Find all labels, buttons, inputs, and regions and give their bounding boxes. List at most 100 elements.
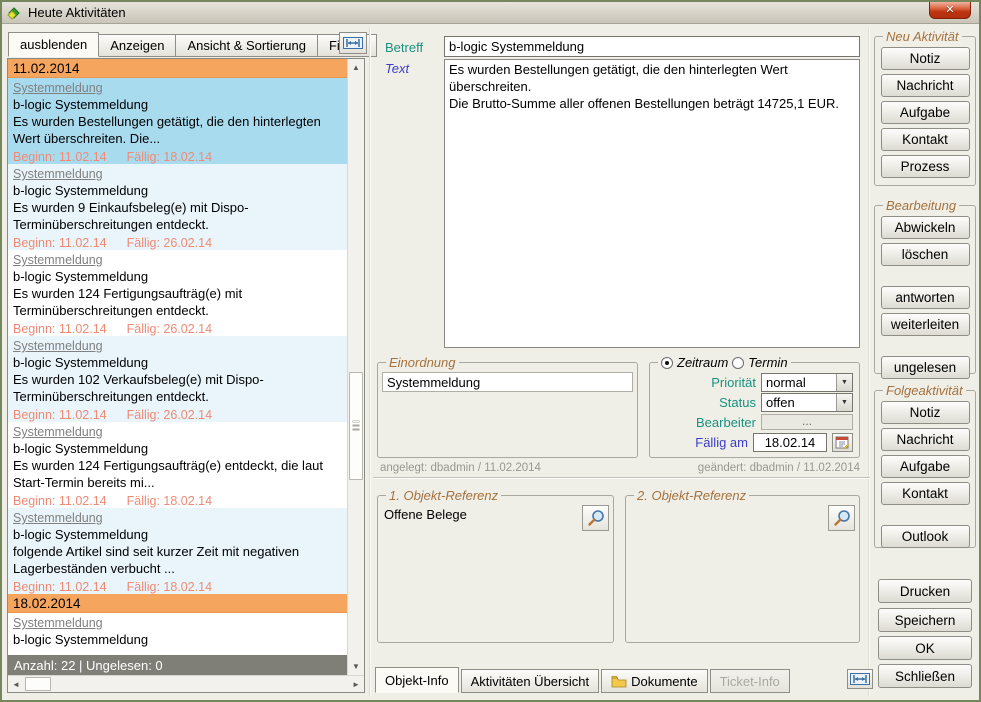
neu-prozess-button[interactable]: Prozess bbox=[881, 155, 970, 178]
folge-nachricht-button[interactable]: Nachricht bbox=[881, 428, 970, 451]
entry-category-link[interactable]: Systemmeldung bbox=[13, 338, 342, 354]
panel-divider bbox=[868, 28, 870, 696]
list-item[interactable]: Systemmeldung b-logic Systemmeldung Es w… bbox=[8, 336, 347, 422]
entry-category-link[interactable]: Systemmeldung bbox=[13, 510, 342, 526]
loeschen-button[interactable]: löschen bbox=[881, 243, 970, 266]
bearbeitung-group: Bearbeitung Abwickeln löschen antworten … bbox=[874, 198, 976, 374]
neu-aufgabe-button[interactable]: Aufgabe bbox=[881, 101, 970, 124]
close-icon: ✕ bbox=[945, 5, 954, 16]
tab-ansicht-sortierung[interactable]: Ansicht & Sortierung bbox=[176, 34, 318, 57]
bottom-tab-bar: Objekt-Info Aktivitäten Übersicht Dokume… bbox=[375, 667, 790, 693]
neu-kontakt-button[interactable]: Kontakt bbox=[881, 128, 970, 151]
einordnung-group: Einordnung bbox=[377, 355, 638, 458]
entry-title: b-logic Systemmeldung bbox=[13, 440, 342, 457]
zeitraum-radio-label: Zeitraum bbox=[677, 355, 728, 370]
tab-dokumente[interactable]: Dokumente bbox=[601, 669, 707, 693]
entry-body: folgende Artikel sind seit kurzer Zeit m… bbox=[13, 543, 342, 577]
folge-kontakt-button[interactable]: Kontakt bbox=[881, 482, 970, 505]
entry-title: b-logic Systemmeldung bbox=[13, 354, 342, 371]
betreff-label: Betreff bbox=[385, 40, 423, 55]
close-button[interactable]: ✕ bbox=[929, 2, 971, 19]
dropdown-arrow-icon: ▼ bbox=[836, 394, 852, 411]
entry-dates: Beginn: 11.02.14Fällig: 18.02.14 bbox=[13, 150, 342, 164]
list-item[interactable]: Systemmeldung b-logic Systemmeldung bbox=[8, 613, 347, 655]
termin-radio[interactable] bbox=[732, 357, 744, 369]
tab-ausblenden[interactable]: ausblenden bbox=[8, 32, 99, 57]
einordnung-input[interactable] bbox=[382, 372, 633, 392]
drucken-button[interactable]: Drucken bbox=[878, 579, 972, 603]
faellig-am-input[interactable] bbox=[753, 433, 827, 452]
betreff-input[interactable] bbox=[444, 36, 860, 57]
faellig-am-label: Fällig am bbox=[695, 435, 748, 450]
scroll-right-icon[interactable]: ► bbox=[348, 676, 364, 692]
objekt-referenz-2-search-button[interactable] bbox=[828, 505, 855, 531]
entry-category-link[interactable]: Systemmeldung bbox=[13, 252, 342, 268]
tab-objekt-info[interactable]: Objekt-Info bbox=[375, 667, 459, 693]
schliessen-button[interactable]: Schließen bbox=[878, 664, 972, 688]
search-icon bbox=[587, 509, 605, 527]
calendar-button[interactable] bbox=[832, 433, 853, 452]
entry-title: b-logic Systemmeldung bbox=[13, 268, 342, 285]
termin-radio-label: Termin bbox=[748, 355, 787, 370]
status-select[interactable]: offen ▼ bbox=[761, 393, 853, 412]
list-status-bar: Anzahl: 22 | Ungelesen: 0 bbox=[8, 655, 347, 675]
dropdown-arrow-icon: ▼ bbox=[836, 374, 852, 391]
scroll-up-icon[interactable]: ▲ bbox=[348, 59, 364, 76]
entry-body: Es wurden 102 Verkaufsbeleg(e) mit Dispo… bbox=[13, 371, 342, 405]
folge-aufgabe-button[interactable]: Aufgabe bbox=[881, 455, 970, 478]
expand-width-button-top[interactable] bbox=[339, 32, 367, 54]
vertical-scrollbar[interactable]: ▲ ▼ bbox=[347, 59, 364, 675]
prioritaet-select[interactable]: normal ▼ bbox=[761, 373, 853, 392]
window-title: Heute Aktivitäten bbox=[28, 5, 126, 20]
entry-category-link[interactable]: Systemmeldung bbox=[13, 615, 342, 631]
scrollbar-thumb[interactable] bbox=[349, 372, 363, 480]
entry-category-link[interactable]: Systemmeldung bbox=[13, 166, 342, 182]
list-count-text: Anzahl: 22 | Ungelesen: 0 bbox=[14, 658, 163, 673]
speichern-button[interactable]: Speichern bbox=[878, 608, 972, 632]
abwickeln-button[interactable]: Abwickeln bbox=[881, 216, 970, 239]
expand-width-button-bottom[interactable] bbox=[847, 669, 873, 689]
zeitraum-radio[interactable] bbox=[661, 357, 673, 369]
objekt-referenz-1-legend: 1. Objekt-Referenz bbox=[386, 488, 501, 503]
scroll-down-icon[interactable]: ▼ bbox=[348, 658, 364, 675]
entry-dates: Beginn: 11.02.14Fällig: 26.02.14 bbox=[13, 408, 342, 422]
entry-dates: Beginn: 11.02.14Fällig: 18.02.14 bbox=[13, 494, 342, 508]
panel-divider bbox=[369, 28, 371, 696]
search-icon bbox=[833, 509, 851, 527]
text-label: Text bbox=[385, 61, 409, 76]
entry-title: b-logic Systemmeldung bbox=[13, 631, 342, 648]
folder-icon bbox=[611, 675, 627, 688]
outlook-button[interactable]: Outlook bbox=[881, 525, 970, 548]
tab-aktivitaeten-uebersicht[interactable]: Aktivitäten Übersicht bbox=[461, 669, 600, 693]
text-area[interactable]: Es wurden Bestellungen getätigt, die den… bbox=[444, 59, 860, 348]
date-group-header: 18.02.2014 bbox=[8, 594, 347, 613]
weiterleiten-button[interactable]: weiterleiten bbox=[881, 313, 970, 336]
app-icon bbox=[6, 5, 22, 21]
list-item[interactable]: Systemmeldung b-logic Systemmeldung Es w… bbox=[8, 164, 347, 250]
einordnung-legend: Einordnung bbox=[386, 355, 459, 370]
ok-button[interactable]: OK bbox=[878, 636, 972, 660]
antworten-button[interactable]: antworten bbox=[881, 286, 970, 309]
entry-body: Es wurden 124 Fertigungsaufträg(e) entde… bbox=[13, 457, 342, 491]
objekt-referenz-1-search-button[interactable] bbox=[582, 505, 609, 531]
horizontal-scrollbar[interactable]: ◄ ► bbox=[8, 675, 364, 692]
entry-category-link[interactable]: Systemmeldung bbox=[13, 80, 342, 96]
bearbeiter-label: Bearbeiter bbox=[696, 415, 756, 430]
ungelesen-button[interactable]: ungelesen bbox=[881, 356, 970, 379]
list-item[interactable]: Systemmeldung b-logic Systemmeldung folg… bbox=[8, 508, 347, 594]
entry-body: Es wurden 124 Fertigungsaufträg(e) mit T… bbox=[13, 285, 342, 319]
scrollbar-thumb[interactable] bbox=[25, 677, 51, 691]
tab-anzeigen[interactable]: Anzeigen bbox=[99, 34, 176, 57]
list-item[interactable]: Systemmeldung b-logic Systemmeldung Es w… bbox=[8, 422, 347, 508]
list-item[interactable]: Systemmeldung b-logic Systemmeldung Es w… bbox=[8, 250, 347, 336]
entry-category-link[interactable]: Systemmeldung bbox=[13, 424, 342, 440]
neu-nachricht-button[interactable]: Nachricht bbox=[881, 74, 970, 97]
prioritaet-label: Priorität bbox=[711, 375, 756, 390]
bearbeitung-legend: Bearbeitung bbox=[883, 198, 959, 213]
bearbeiter-picker-button[interactable]: ... bbox=[761, 414, 853, 430]
list-item-selected[interactable]: Systemmeldung b-logic Systemmeldung Es w… bbox=[8, 78, 347, 164]
neu-notiz-button[interactable]: Notiz bbox=[881, 47, 970, 70]
folge-notiz-button[interactable]: Notiz bbox=[881, 401, 970, 424]
scroll-left-icon[interactable]: ◄ bbox=[8, 676, 24, 692]
geaendert-text: geändert: dbadmin / 11.02.2014 bbox=[698, 462, 860, 474]
